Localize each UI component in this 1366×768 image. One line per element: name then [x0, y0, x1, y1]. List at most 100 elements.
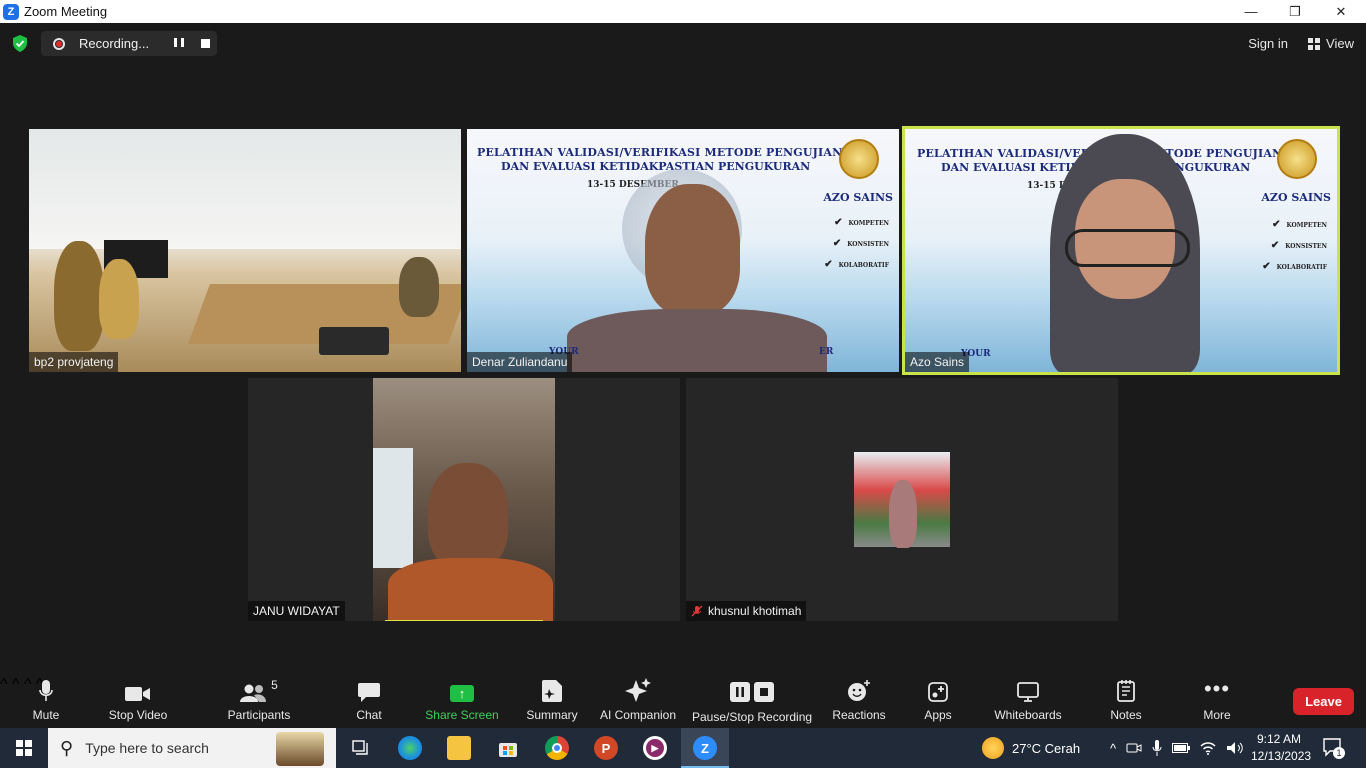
participants-icon: 5 [240, 676, 278, 702]
participants-button[interactable]: 5 Participants [226, 676, 292, 728]
chrome-browser-icon[interactable] [545, 736, 569, 760]
zoom-taskbar-button-active[interactable]: Z [681, 728, 729, 768]
ai-companion-button[interactable]: AI Companion [598, 676, 678, 728]
encryption-shield-icon[interactable] [12, 35, 28, 52]
mute-button[interactable]: Mute [24, 676, 68, 728]
video-tile[interactable]: PELATIHAN VALIDASI/VERIFIKASI METODE PEN… [467, 129, 899, 372]
summary-button[interactable]: Summary [524, 676, 580, 728]
share-screen-label: Share Screen [425, 708, 499, 722]
taskbar-search-box[interactable]: ⚲ Type here to search [48, 728, 336, 768]
view-button[interactable]: View [1308, 36, 1354, 51]
taskbar-clock[interactable]: 9:12 AM 12/13/2023 [1251, 731, 1311, 765]
speaking-indicator [385, 620, 543, 621]
file-explorer-icon[interactable] [447, 736, 471, 760]
reactions-button[interactable]: Reactions [830, 676, 888, 728]
whiteboards-button[interactable]: Whiteboards [990, 676, 1066, 728]
video-tile[interactable]: bp2 provjateng [29, 129, 461, 372]
azo-sains-logo [839, 139, 879, 179]
edge-browser-icon[interactable] [398, 736, 422, 760]
video-tile[interactable]: khusnul khotimah [686, 378, 1118, 621]
more-label: More [1203, 708, 1231, 722]
pause-recording-icon[interactable] [174, 38, 184, 49]
participant-name: bp2 provjateng [29, 352, 119, 372]
weather-widget[interactable]: 27°C Cerah [982, 728, 1080, 768]
reactions-label: Reactions [832, 708, 886, 722]
wifi-icon[interactable] [1200, 741, 1216, 755]
zoom-app-icon: Z [693, 736, 717, 760]
microphone-tray-icon[interactable] [1152, 740, 1162, 756]
video-options-caret[interactable]: ^ [12, 676, 20, 693]
participants-count: 5 [271, 678, 278, 692]
summary-document-icon [542, 676, 562, 702]
search-highlight-image [276, 732, 324, 766]
video-tile-active-speaker[interactable]: PELATIHAN VALIDASI/VERIFIKASI METODE PEN… [902, 126, 1340, 375]
close-button[interactable]: ✕ [1318, 0, 1364, 23]
apps-label: Apps [924, 708, 952, 722]
minimize-button[interactable]: — [1228, 0, 1274, 23]
more-button[interactable]: ••• More [1196, 676, 1238, 728]
car-window [373, 448, 413, 568]
notes-label: Notes [1110, 708, 1142, 722]
recording-indicator: Recording... [41, 31, 217, 56]
leave-button[interactable]: Leave [1293, 688, 1354, 715]
reactions-smiley-icon [847, 676, 871, 702]
notification-center-button[interactable]: 1 [1322, 737, 1345, 759]
participant-face [428, 463, 508, 568]
search-icon: ⚲ [60, 737, 74, 758]
participant-name-label: khusnul khotimah [686, 601, 807, 621]
microsoft-store-icon[interactable] [496, 736, 520, 760]
notification-count-badge: 1 [1333, 747, 1345, 759]
windows-logo-icon [16, 740, 32, 756]
clock-time: 9:12 AM [1256, 732, 1302, 746]
participant-figure [399, 257, 439, 317]
volume-icon[interactable] [1226, 741, 1244, 755]
microphone-icon [39, 676, 53, 702]
mute-options-caret[interactable]: ^ [0, 676, 8, 693]
stop-recording-icon[interactable] [201, 39, 210, 48]
pause-stop-recording-label: Pause/Stop Recording [691, 710, 813, 724]
show-hidden-icons-chevron-icon[interactable]: ^ [1110, 741, 1116, 756]
windows-taskbar: ⚲ Type here to search P ▶ Z 27°C Cerah ^ [0, 728, 1366, 768]
stop-video-label: Stop Video [108, 708, 168, 722]
chat-bubble-icon [358, 676, 380, 702]
meeting-top-bar: Recording... Sign in View [0, 23, 1366, 63]
slide-title-line1: PELATIHAN VALIDASI/VERIFIKASI METODE PEN… [477, 146, 843, 159]
pause-stop-recording-button[interactable]: Pause/Stop Recording [692, 676, 812, 728]
title-bar: Z Zoom Meeting — ❐ ✕ [0, 0, 1366, 23]
chat-label: Chat [356, 708, 382, 722]
participants-label: Participants [227, 708, 291, 722]
whiteboard-icon [1017, 676, 1039, 702]
apps-icon [928, 676, 948, 702]
participant-figure [99, 259, 139, 339]
pause-stop-recording-icon [730, 676, 774, 702]
slide-value: KOMPETEN [1272, 219, 1327, 230]
chat-button[interactable]: Chat [350, 676, 388, 728]
video-tile[interactable]: JANU WIDAYAT [248, 378, 680, 621]
weather-text: 27°C Cerah [1012, 740, 1081, 756]
recording-label: Recording... [79, 36, 150, 51]
participant-name: Azo Sains [905, 352, 970, 372]
participant-name: khusnul khotimah [708, 604, 802, 618]
start-button[interactable] [0, 728, 48, 768]
slide-value: KOLABORATIF [1262, 261, 1327, 272]
powerpoint-icon[interactable]: P [594, 736, 618, 760]
ai-companion-label: AI Companion [599, 708, 677, 722]
slide-value: KOLABORATIF [824, 259, 889, 270]
slide-brand: AZO SAINS [823, 191, 893, 204]
mute-label: Mute [32, 708, 60, 722]
apps-button[interactable]: Apps [920, 676, 956, 728]
notes-icon [1117, 676, 1135, 702]
notes-button[interactable]: Notes [1106, 676, 1146, 728]
sign-in-link[interactable]: Sign in [1248, 36, 1288, 51]
ai-sparkle-icon [625, 676, 651, 702]
maximize-button[interactable]: ❐ [1272, 0, 1318, 23]
video-camera-icon [125, 676, 151, 702]
share-screen-button[interactable]: ↑ Share Screen [425, 676, 499, 728]
task-view-icon[interactable] [349, 736, 373, 760]
media-player-icon[interactable]: ▶ [643, 736, 667, 760]
slide-value: KOMPETEN [834, 217, 889, 228]
stop-video-button[interactable]: Stop Video [104, 676, 172, 728]
battery-icon[interactable] [1172, 743, 1191, 753]
camera-tray-icon[interactable] [1126, 741, 1142, 755]
participant-name: JANU WIDAYAT [248, 601, 345, 621]
